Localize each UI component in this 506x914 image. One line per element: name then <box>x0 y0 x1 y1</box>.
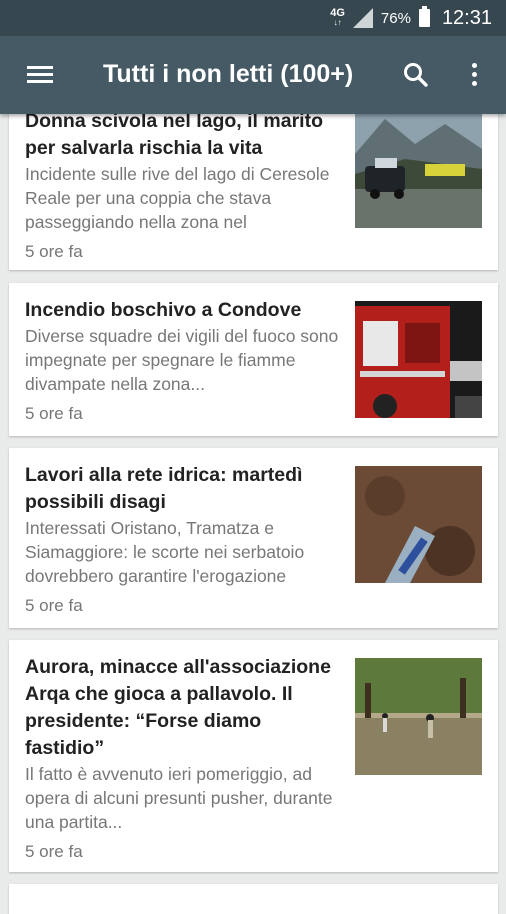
article-title: Incendio boschivo a Condove <box>25 299 302 321</box>
article-card-5[interactable] <box>9 884 498 914</box>
article-time: 5 ore fa <box>25 596 83 615</box>
article-title: Donna scivola nel lago, il marito per sa… <box>25 110 323 159</box>
article-title: Lavori alla rete idrica: martedì possibi… <box>25 464 303 513</box>
menu-icon[interactable] <box>27 66 53 84</box>
signal-icon <box>352 8 373 28</box>
battery-percent: 76% <box>380 9 411 27</box>
article-thumbnail[interactable] <box>355 114 482 228</box>
article-card-3[interactable]: Lavori alla rete idrica: martedì possibi… <box>9 448 498 628</box>
search-icon[interactable] <box>403 62 429 88</box>
article-card-1[interactable]: Donna scivola nel lago, il marito per sa… <box>9 96 498 270</box>
article-time: 5 ore fa <box>25 242 83 261</box>
article-snippet: Incidente sulle rive del lago di Ceresol… <box>25 164 330 232</box>
article-snippet: Interessati Oristano, Tramatza e Siamagg… <box>25 518 305 586</box>
clock: 12:31 <box>441 6 492 29</box>
app-bar: Tutti i non letti (100+) <box>0 36 506 114</box>
article-time: 5 ore fa <box>25 842 83 861</box>
article-time: 5 ore fa <box>25 404 83 423</box>
article-thumbnail[interactable] <box>355 301 482 418</box>
article-card-4[interactable]: Aurora, minacce all'associazione Arqa ch… <box>9 640 498 872</box>
page-title: Tutti i non letti (100+) <box>103 60 354 88</box>
article-thumbnail[interactable] <box>355 658 482 775</box>
network-indicator: 4G ↓↑ <box>330 7 345 28</box>
article-title: Aurora, minacce all'associazione Arqa ch… <box>25 656 331 759</box>
article-card-2[interactable]: Incendio boschivo a Condove Diverse squa… <box>9 283 498 436</box>
more-options-icon[interactable] <box>470 63 478 87</box>
article-snippet: Il fatto è avvenuto ieri pomeriggio, ad … <box>25 764 333 832</box>
status-bar: 4G ↓↑ 76% 12:31 <box>0 0 506 36</box>
article-snippet: Diverse squadre dei vigili del fuoco son… <box>25 326 339 394</box>
battery-icon <box>418 6 430 27</box>
article-thumbnail[interactable] <box>355 466 482 583</box>
